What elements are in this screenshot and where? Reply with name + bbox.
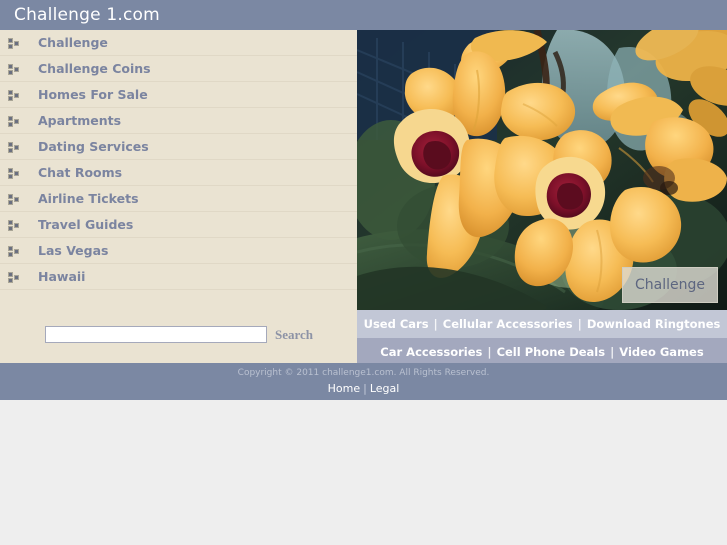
- bullet-squares-icon: [8, 272, 19, 283]
- page-background-fill: [0, 400, 727, 545]
- sidebar-item-label: Challenge Coins: [38, 61, 151, 76]
- sidebar-item-label: Chat Rooms: [38, 165, 123, 180]
- linkbar-separator: |: [610, 345, 615, 359]
- sidebar-item-challenge[interactable]: Challenge: [0, 30, 357, 56]
- sidebar-item-homes-for-sale[interactable]: Homes For Sale: [0, 82, 357, 108]
- bullet-squares-icon: [8, 64, 19, 75]
- linkbar-top: Used Cars | Cellular Accessories | Download …: [357, 310, 727, 338]
- linkbar-link-cellular-accessories[interactable]: Cellular Accessories: [443, 317, 573, 331]
- linkbar-separator: |: [577, 317, 582, 331]
- bullet-squares-icon: [8, 116, 19, 127]
- footer-links: Home | Legal: [0, 382, 727, 395]
- bullet-squares-icon: [8, 220, 19, 231]
- sidebar-item-hawaii[interactable]: Hawaii: [0, 264, 357, 290]
- footer-link-legal[interactable]: Legal: [370, 382, 399, 395]
- linkbar-link-car-accessories[interactable]: Car Accessories: [380, 345, 482, 359]
- sidebar-item-label: Challenge: [38, 35, 108, 50]
- bullet-squares-icon: [8, 38, 19, 49]
- footer-link-separator: |: [363, 382, 367, 395]
- page-root: Challenge 1.com Challenge Challenge Coins…: [0, 0, 727, 545]
- sidebar-item-label: Apartments: [38, 113, 122, 128]
- sidebar-item-dating-services[interactable]: Dating Services: [0, 134, 357, 160]
- linkbar-bottom-links: Car Accessories | Cell Phone Deals | Video G…: [380, 338, 703, 359]
- hero-badge-label: Challenge: [635, 277, 705, 293]
- search-input[interactable]: [45, 326, 267, 343]
- sidebar-item-label: Las Vegas: [38, 243, 109, 258]
- linkbar-separator: |: [487, 345, 492, 359]
- bullet-squares-icon: [8, 168, 19, 179]
- sidebar-item-label: Hawaii: [38, 269, 86, 284]
- sidebar-item-label: Travel Guides: [38, 217, 134, 232]
- site-header: Challenge 1.com: [0, 0, 727, 30]
- hero-image: Challenge: [357, 30, 727, 310]
- copyright-text: Copyright © 2011 challenge1.com. All Rig…: [237, 368, 490, 378]
- sidebar-item-airline-tickets[interactable]: Airline Tickets: [0, 186, 357, 212]
- sidebar-item-travel-guides[interactable]: Travel Guides: [0, 212, 357, 238]
- sidebar-item-apartments[interactable]: Apartments: [0, 108, 357, 134]
- sidebar-nav-list: Challenge Challenge Coins Homes For Sale Ap…: [0, 30, 357, 290]
- sidebar-item-label: Airline Tickets: [38, 191, 139, 206]
- linkbar-bottom: Car Accessories | Cell Phone Deals | Video G…: [357, 338, 727, 366]
- sidebar: Challenge Challenge Coins Homes For Sale Ap…: [0, 30, 357, 363]
- sidebar-item-label: Homes For Sale: [38, 87, 148, 102]
- linkbar-separator: |: [433, 317, 438, 331]
- linkbar-link-used-cars[interactable]: Used Cars: [364, 317, 429, 331]
- footer-link-home[interactable]: Home: [328, 382, 360, 395]
- linkbar-top-links: Used Cars | Cellular Accessories | Download …: [364, 310, 721, 331]
- sidebar-item-las-vegas[interactable]: Las Vegas: [0, 238, 357, 264]
- sidebar-item-chat-rooms[interactable]: Chat Rooms: [0, 160, 357, 186]
- bullet-squares-icon: [8, 142, 19, 153]
- bullet-squares-icon: [8, 194, 19, 205]
- bullet-squares-icon: [8, 90, 19, 101]
- hero-challenge-badge[interactable]: Challenge: [622, 267, 718, 303]
- linkbar-link-cell-phone-deals[interactable]: Cell Phone Deals: [497, 345, 606, 359]
- linkbar-link-download-ringtones[interactable]: Download Ringtones: [587, 317, 721, 331]
- search-button[interactable]: Search: [275, 327, 313, 343]
- bullet-squares-icon: [8, 246, 19, 257]
- sidebar-item-challenge-coins[interactable]: Challenge Coins: [0, 56, 357, 82]
- search-row: Search: [0, 317, 357, 363]
- linkbar-link-video-games[interactable]: Video Games: [619, 345, 703, 359]
- page-title: Challenge 1.com: [14, 5, 160, 25]
- sidebar-item-label: Dating Services: [38, 139, 149, 154]
- site-footer: Copyright © 2011 challenge1.com. All Rig…: [0, 363, 727, 400]
